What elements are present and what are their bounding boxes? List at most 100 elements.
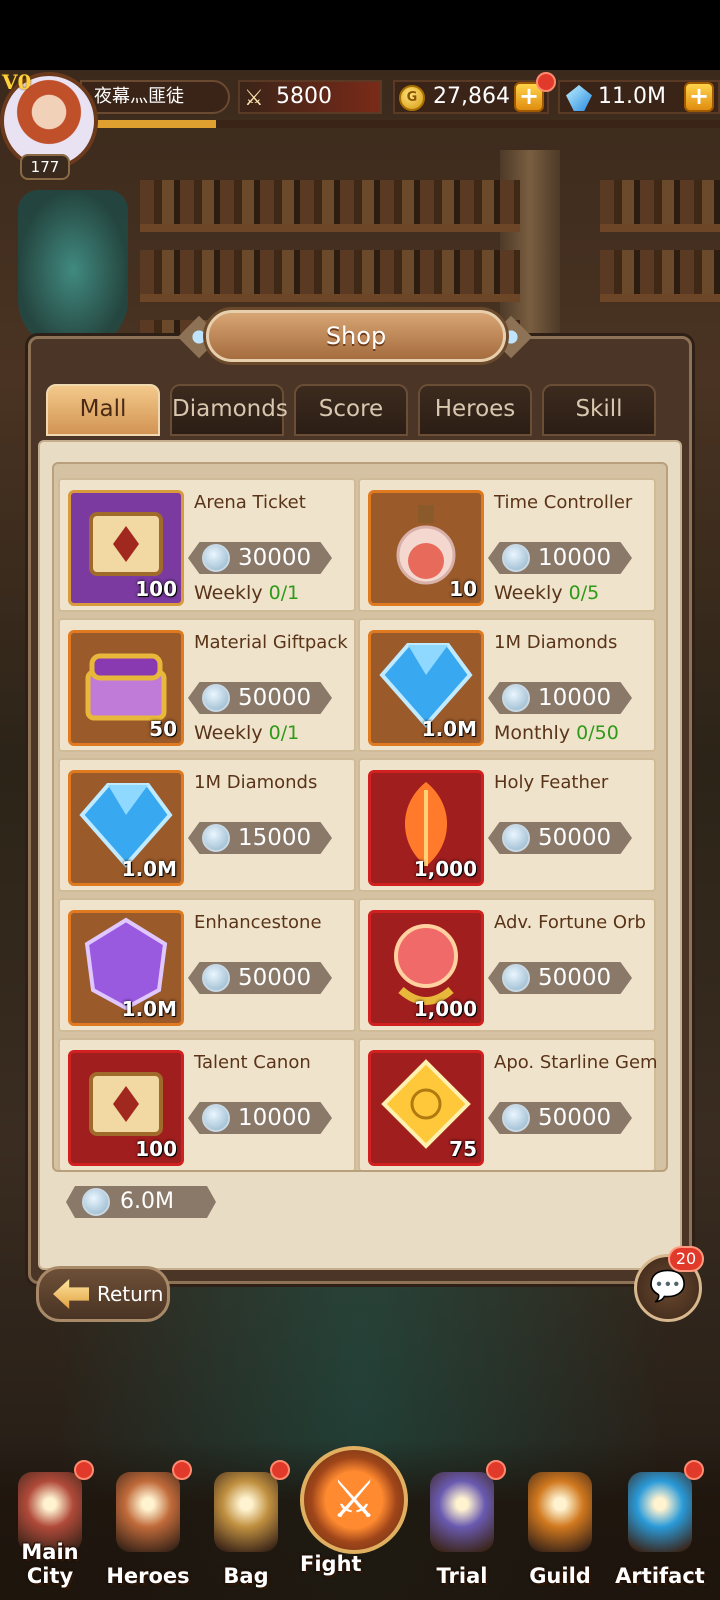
silver-coin-icon [502, 1104, 530, 1132]
item-name: Enhancestone [194, 912, 322, 933]
shop-item-card[interactable]: 75 Apo. Starline Gem 50000 [358, 1038, 658, 1170]
buy-price-button[interactable]: 30000 [188, 542, 332, 574]
add-diamonds-button[interactable]: + [684, 82, 714, 112]
exp-bar-fill [90, 120, 216, 128]
bookshelf-decoration [140, 250, 520, 302]
return-button[interactable]: Return [36, 1266, 170, 1322]
notification-dot [486, 1460, 506, 1480]
scroll-icon [81, 504, 171, 588]
silver-balance-value: 6.0M [120, 1189, 174, 1214]
item-price: 10000 [538, 545, 612, 571]
item-quantity: 100 [135, 577, 177, 601]
player-name: 夜幕灬匪徒 [80, 80, 230, 114]
shop-item-card[interactable]: 1.0M 1M Diamonds 10000 Monthly 0/50 [358, 618, 656, 752]
item-thumbnail[interactable]: 10 [368, 490, 484, 606]
silver-coin-icon [502, 964, 530, 992]
shop-item-card[interactable]: 1.0M 1M Diamonds 15000 [58, 758, 356, 892]
shop-item-card[interactable]: 10 Time Controller 10000 Weekly 0/5 [358, 478, 656, 612]
item-name: Time Controller [494, 492, 633, 513]
buy-price-button[interactable]: 50000 [488, 1102, 632, 1134]
gold-value: 27,864 [433, 84, 510, 109]
notification-dot [536, 72, 556, 92]
item-price: 10000 [238, 1105, 312, 1131]
item-thumbnail[interactable]: 50 [68, 630, 184, 746]
nav-artifact[interactable]: Artifact [610, 1460, 710, 1592]
shop-item-card[interactable]: 50 Material Giftpack 50000 Weekly 0/1 [58, 618, 356, 752]
nav-fight[interactable]: ⚔ Fight [300, 1446, 408, 1586]
item-name: Adv. Fortune Orb [494, 912, 646, 933]
buy-price-button[interactable]: 10000 [188, 1102, 332, 1134]
exp-bar [90, 120, 720, 128]
tab-heroes[interactable]: Heroes [418, 384, 532, 436]
item-price: 50000 [538, 825, 612, 851]
item-price: 50000 [538, 965, 612, 991]
notification-dot [270, 1460, 290, 1480]
purchase-limit: Monthly 0/50 [494, 722, 619, 744]
trial-tower-icon [430, 1472, 494, 1552]
item-quantity: 1,000 [413, 857, 477, 881]
tab-score[interactable]: Score [294, 384, 408, 436]
item-thumbnail[interactable]: 100 [68, 1050, 184, 1166]
nav-trial[interactable]: Trial [412, 1460, 512, 1592]
artifact-icon [628, 1472, 692, 1552]
silver-coin-icon [202, 1104, 230, 1132]
item-thumbnail[interactable]: 100 [68, 490, 184, 606]
notification-dot [74, 1460, 94, 1480]
hero-portrait-icon [116, 1472, 180, 1552]
shop-item-card[interactable]: 1,000 Holy Feather 50000 [358, 758, 656, 892]
buy-price-button[interactable]: 50000 [488, 822, 632, 854]
item-thumbnail[interactable]: 1.0M [68, 770, 184, 886]
item-thumbnail[interactable]: 1.0M [68, 910, 184, 1026]
shop-item-card[interactable]: 100 Talent Canon 10000 [58, 1038, 356, 1170]
return-label: Return [97, 1282, 164, 1306]
item-price: 15000 [238, 825, 312, 851]
item-name: Arena Ticket [194, 492, 306, 513]
item-name: Talent Canon [194, 1052, 311, 1073]
buy-price-button[interactable]: 10000 [488, 682, 632, 714]
bag-icon [214, 1472, 278, 1552]
nav-main-city[interactable]: Main City [0, 1460, 100, 1592]
buy-price-button[interactable]: 50000 [188, 682, 332, 714]
silver-coin-icon [82, 1188, 110, 1216]
item-quantity: 100 [135, 1137, 177, 1161]
bookshelf-decoration [140, 180, 520, 232]
item-price: 50000 [238, 965, 312, 991]
item-quantity: 75 [449, 1137, 477, 1161]
buy-price-button[interactable]: 10000 [488, 542, 632, 574]
item-quantity: 1.0M [121, 997, 177, 1021]
item-name: Holy Feather [494, 772, 609, 793]
nav-guild[interactable]: Guild [510, 1462, 610, 1592]
item-price: 50000 [538, 1105, 612, 1131]
item-thumbnail[interactable]: 75 [368, 1050, 484, 1166]
nav-label: Fight [300, 1552, 362, 1576]
tab-skill[interactable]: Skill [542, 384, 656, 436]
item-thumbnail[interactable]: 1.0M [368, 630, 484, 746]
silver-coin-icon [502, 684, 530, 712]
nav-heroes[interactable]: Heroes [98, 1460, 198, 1592]
shop-item-list[interactable]: 100 Arena Ticket 30000 Weekly 0/1 10 Time Con… [52, 462, 668, 1172]
item-quantity: 50 [149, 717, 177, 741]
buy-price-button[interactable]: 50000 [188, 962, 332, 994]
shop-item-card[interactable]: 1,000 Adv. Fortune Orb 50000 [358, 898, 656, 1032]
limit-period: Weekly [194, 722, 263, 744]
limit-period: Weekly [194, 582, 263, 604]
combat-power: ⚔ 5800 [238, 80, 382, 114]
shop-item-card[interactable]: 100 Arena Ticket 30000 Weekly 0/1 [58, 478, 356, 612]
buy-price-button[interactable]: 15000 [188, 822, 332, 854]
nav-bag[interactable]: Bag [196, 1460, 296, 1592]
shop-item-card[interactable]: 1.0M Enhancestone 50000 [58, 898, 356, 1032]
crossed-swords-icon: ⚔ [300, 1446, 408, 1554]
guild-shield-icon [528, 1472, 592, 1552]
tab-mall[interactable]: Mall [46, 384, 160, 436]
buy-price-button[interactable]: 50000 [488, 962, 632, 994]
silver-coin-icon [502, 544, 530, 572]
tab-diamonds[interactable]: Diamonds [170, 384, 288, 436]
status-bar [0, 0, 720, 70]
diamond-icon [566, 85, 592, 111]
item-thumbnail[interactable]: 1,000 [368, 910, 484, 1026]
item-quantity: 1,000 [413, 997, 477, 1021]
item-thumbnail[interactable]: 1,000 [368, 770, 484, 886]
chat-unread-badge: 20 [668, 1246, 704, 1272]
nav-label: Trial [436, 1564, 488, 1588]
limit-count: 0/1 [268, 722, 300, 744]
